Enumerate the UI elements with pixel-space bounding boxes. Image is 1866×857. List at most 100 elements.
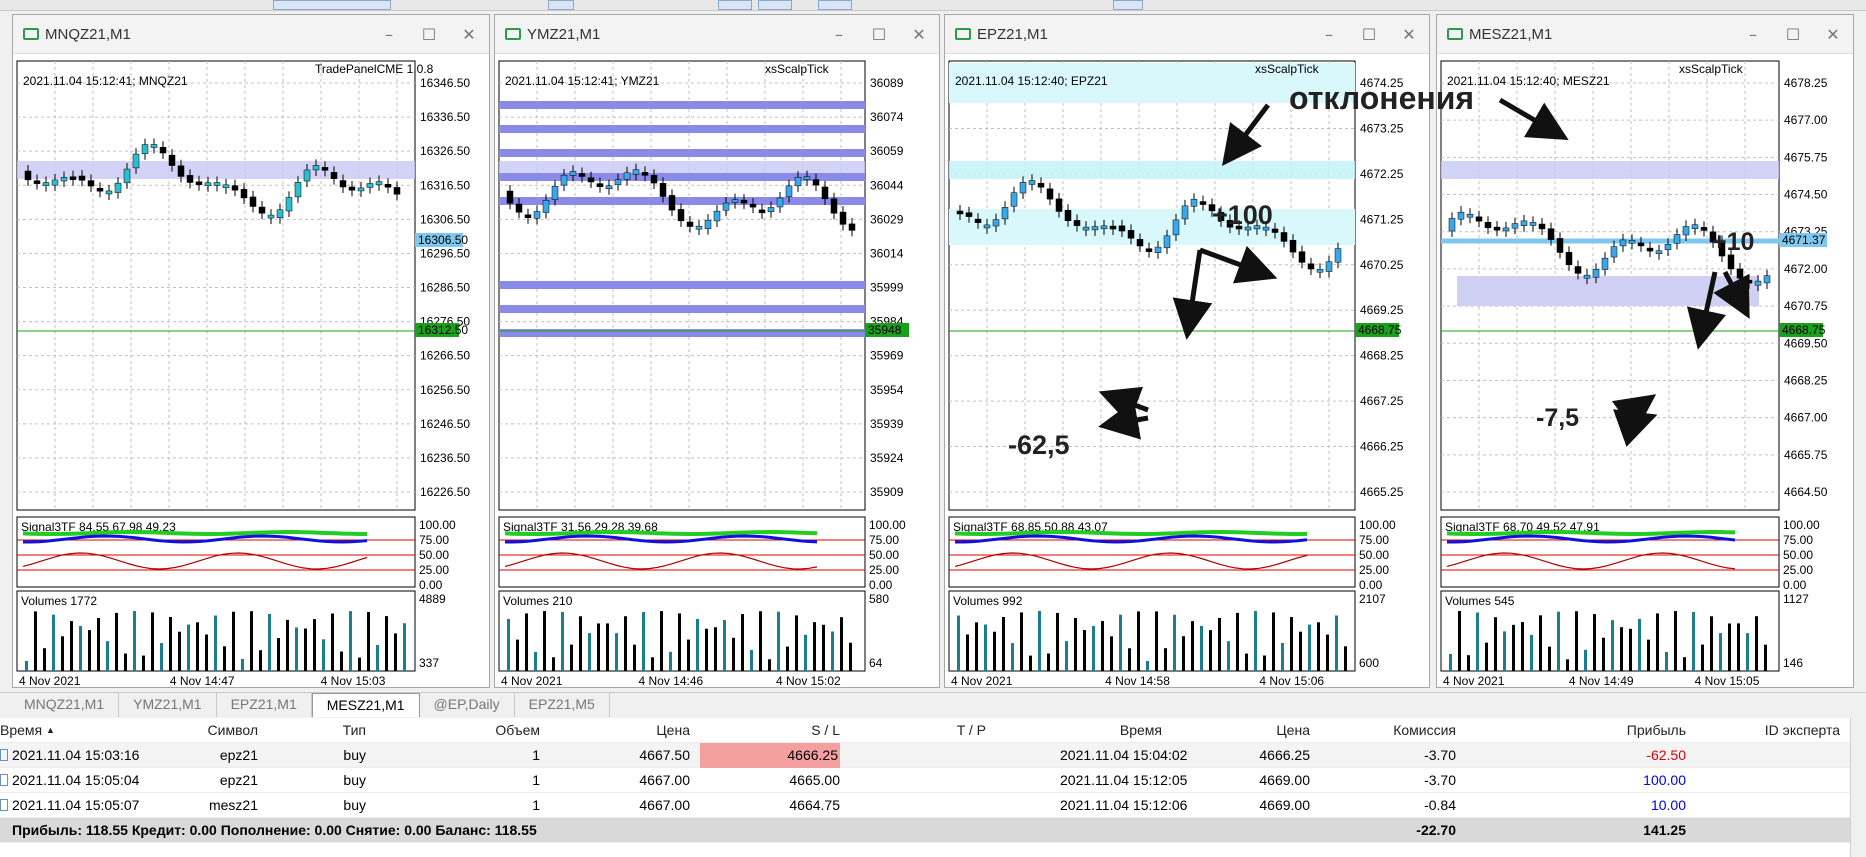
chart-window-titlebar[interactable]: MESZ21,M1 – ☐ ✕ — [1437, 15, 1853, 54]
candle — [1529, 222, 1537, 226]
candle — [1118, 225, 1126, 232]
summary-commission: -22.70 — [1416, 822, 1456, 838]
volume-bar — [1737, 623, 1740, 671]
chart-canvas[interactable]: 4674.254673.254672.254671.254670.254669.… — [945, 55, 1430, 687]
volume-bar — [1674, 611, 1677, 671]
tab-ep-daily[interactable]: @EP,Daily — [420, 693, 515, 717]
maximize-icon[interactable]: ☐ — [1773, 25, 1813, 44]
candle — [1583, 274, 1591, 279]
signal-line-green — [504, 530, 818, 536]
maximize-icon[interactable]: ☐ — [859, 25, 899, 44]
col-close-time[interactable]: Время — [1060, 718, 1162, 743]
toolbar-button[interactable] — [758, 0, 792, 10]
price-tick-label: 16226.50 — [420, 485, 470, 499]
col-expert-id[interactable]: ID эксперта — [1730, 718, 1840, 743]
annotation-plus100: +100 — [1212, 200, 1273, 230]
col-profit[interactable]: Прибыль — [1580, 718, 1686, 743]
toolbar-button[interactable] — [273, 0, 391, 10]
volume-bar — [660, 611, 663, 671]
toolbar-button[interactable] — [1113, 0, 1143, 10]
volume-bar — [606, 623, 609, 671]
close-icon[interactable]: ✕ — [1813, 25, 1853, 44]
chart-canvas[interactable]: 4678.254677.004675.754674.504673.254672.… — [1437, 55, 1854, 687]
candle — [60, 177, 68, 182]
volume-bar — [1692, 612, 1695, 671]
chart-canvas[interactable]: 16346.50 16336.50 16326.50 16316.50 16306.50… — [13, 55, 490, 687]
maximize-icon[interactable]: ☐ — [1349, 25, 1389, 44]
chart-window-titlebar[interactable]: MNQZ21,M1 – ☐ ✕ — [13, 15, 489, 54]
tab-mesz21[interactable]: MESZ21,M1 — [311, 693, 420, 717]
col-time[interactable]: Время — [0, 718, 42, 743]
volume-bar — [142, 655, 145, 671]
tab-epz21-m5[interactable]: EPZ21,M5 — [515, 693, 610, 717]
toolbar-button[interactable] — [548, 0, 574, 10]
cell-expert-id — [1730, 743, 1840, 768]
candle — [114, 182, 122, 193]
minimize-icon[interactable]: – — [369, 25, 409, 44]
cell-close-time: 2021.11.04 15:12:06 — [1060, 797, 1188, 813]
table-header: Время ▲ Символ Тип Объем Цена S / L T / … — [0, 718, 1850, 743]
maximize-icon[interactable]: ☐ — [409, 25, 449, 44]
col-type[interactable]: Тип — [300, 718, 366, 743]
toolbar-button[interactable] — [818, 0, 852, 10]
table-row[interactable]: 2021.11.04 15:05:04 epz21 buy 1 4667.00 4665.… — [0, 768, 1850, 793]
candle — [1655, 250, 1663, 254]
candle — [641, 172, 649, 176]
table-row[interactable]: 2021.11.04 15:03:16 epz21 buy 1 4667.50 4666.… — [0, 743, 1850, 768]
col-commission[interactable]: Комиссия — [1360, 718, 1456, 743]
table-scrollbar[interactable] — [1850, 718, 1866, 857]
minimize-icon[interactable]: – — [1733, 25, 1773, 44]
col-price[interactable]: Цена — [590, 718, 690, 743]
close-icon[interactable]: ✕ — [899, 25, 939, 44]
volume-label: Volumes 545 — [1445, 594, 1515, 608]
volume-bar — [624, 616, 627, 671]
price-tag-label: 4668.75 — [1782, 323, 1826, 337]
chart-window-titlebar[interactable]: YMZ21,M1 – ☐ ✕ — [495, 15, 939, 54]
volume-bar — [1056, 612, 1059, 671]
candle — [812, 179, 820, 186]
volume-bar — [1494, 617, 1497, 671]
col-tp[interactable]: T / P — [890, 718, 986, 743]
tab-ymz21[interactable]: YMZ21,M1 — [119, 693, 217, 717]
volume-bar — [750, 649, 753, 671]
tab-epz21[interactable]: EPZ21,M1 — [217, 693, 312, 717]
candle — [1646, 247, 1654, 252]
trade-icon — [0, 774, 8, 786]
cell-type: buy — [343, 797, 366, 813]
candle — [1592, 269, 1600, 278]
col-close-price[interactable]: Цена — [1210, 718, 1310, 743]
chart-window-3[interactable]: MESZ21,M1 – ☐ ✕ 4678.25 4677.00 4675.75 4674.5… — [1436, 14, 1854, 688]
tab-mnqz21[interactable]: MNQZ21,M1 — [10, 693, 120, 717]
close-icon[interactable]: ✕ — [1389, 25, 1429, 44]
chart-window-titlebar[interactable]: EPZ21,M1 – ☐ ✕ — [945, 15, 1429, 54]
trade-history-table: Время ▲ Символ Тип Объем Цена S / L T / … — [0, 718, 1866, 857]
chart-canvas[interactable]: 3608936074360593604436029360143599935984… — [495, 55, 940, 687]
time-tick-label: 4 Nov 15:03 — [321, 674, 386, 687]
candle — [357, 187, 365, 192]
close-icon[interactable]: ✕ — [449, 25, 489, 44]
candle — [1673, 234, 1681, 244]
volume-bar — [1530, 634, 1533, 671]
chart-window-0[interactable]: MNQZ21,M1 – ☐ ✕ 16346.50 16336.50 16326.50 163… — [12, 14, 490, 688]
volume-bar — [79, 626, 82, 671]
candle — [168, 154, 176, 166]
cell-tp — [890, 793, 986, 818]
candle — [321, 167, 329, 171]
time-tick-label: 4 Nov 2021 — [501, 674, 563, 687]
toolbar-button[interactable] — [718, 0, 752, 10]
col-sl[interactable]: S / L — [740, 718, 840, 743]
candle — [249, 196, 257, 207]
chart-window-1[interactable]: YMZ21,M1 – ☐ ✕ 36089 36074 36059 36044 36029 360… — [494, 14, 940, 688]
volume-bar — [1656, 613, 1659, 671]
price-tick-label: 16336.50 — [420, 110, 470, 124]
signal-tick-label: 75.00 — [1783, 533, 1813, 547]
col-symbol[interactable]: Символ — [190, 718, 258, 743]
trade-icon — [0, 799, 8, 811]
minimize-icon[interactable]: – — [819, 25, 859, 44]
minimize-icon[interactable]: – — [1309, 25, 1349, 44]
table-row[interactable]: 2021.11.04 15:05:07 mesz21 buy 1 4667.00 4664… — [0, 793, 1850, 818]
signal-tick-label: 0.00 — [1359, 578, 1383, 592]
candle — [974, 218, 982, 223]
col-volume[interactable]: Объем — [440, 718, 540, 743]
volume-label: Volumes 1772 — [21, 594, 97, 608]
